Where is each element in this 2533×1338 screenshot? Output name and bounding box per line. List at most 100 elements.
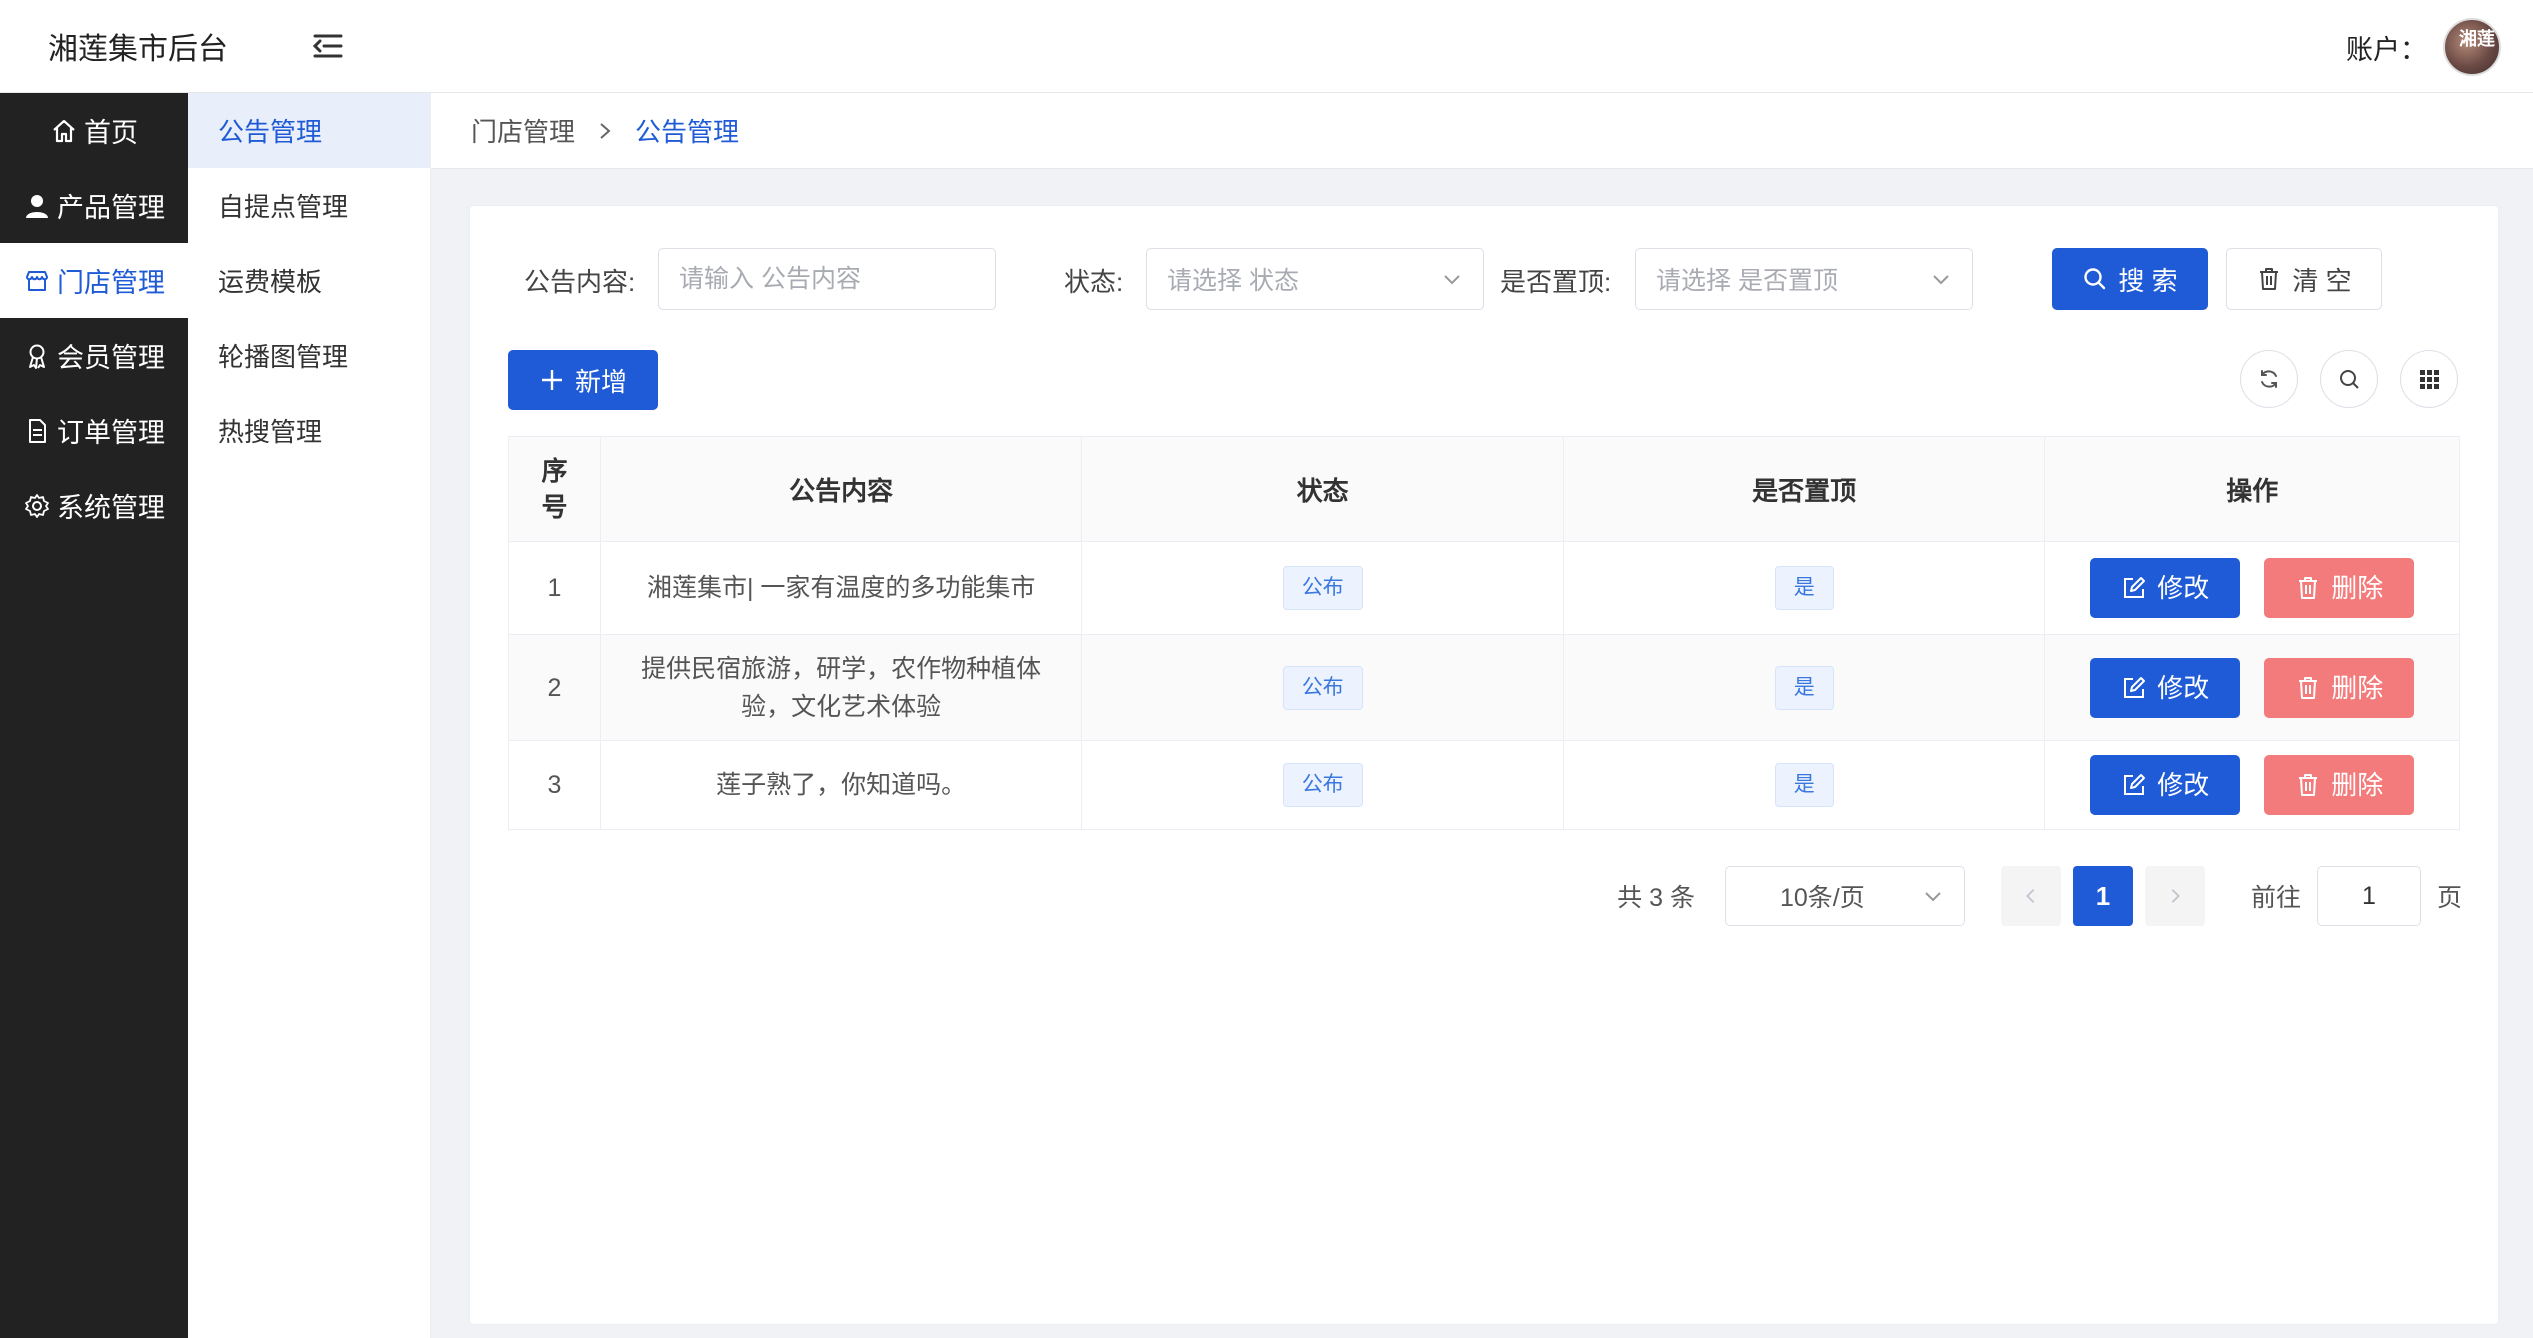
breadcrumb-parent[interactable]: 门店管理 [471,112,575,149]
status-badge: 公布 [1282,763,1363,807]
row-index: 1 [509,542,601,634]
edit-icon [2124,676,2146,698]
chevron-down-icon [1925,892,1941,902]
row-actions: 修改 删除 [2045,741,2459,829]
chevron-left-icon [2026,889,2035,903]
column-header-actions: 操作 [2226,475,2279,506]
breadcrumb-current: 公告管理 [635,117,740,147]
avatar-text: 湘莲 [2459,29,2495,49]
delete-button-label: 删除 [2331,672,2384,703]
gear-icon [25,493,49,518]
trash-icon [2260,268,2279,290]
chevron-down-icon [1933,275,1949,285]
edit-button[interactable]: 修改 [2090,657,2241,718]
menu-item-label: 会员管理 [57,343,165,373]
column-header-index: 序号 [509,437,601,541]
search-form: 公告内容: 状态: 请选择 状态 是否置顶: 请选择 是否置顶 搜 索 清 空 [470,248,2498,310]
page-size-value: 10条/页 [1779,884,1865,912]
edit-icon [2124,577,2146,598]
search-icon [2084,268,2106,290]
delete-button-label: 删除 [2331,770,2384,800]
table-header: 序号 公告内容 状态 是否置顶 操作 [509,437,2459,542]
submenu-item-shipping[interactable]: 运费模板 [188,243,430,318]
menu-item-system[interactable]: 系统管理 [0,468,188,543]
row-top-cell: 是 [1564,542,2046,634]
top-badge: 是 [1774,763,1834,807]
submenu-item-pickup[interactable]: 自提点管理 [188,168,430,243]
delete-button[interactable]: 删除 [2264,755,2415,815]
search-icon [2340,370,2359,389]
breadcrumb: 门店管理 公告管理 [431,93,2533,169]
top-badge: 是 [1774,566,1834,610]
delete-button[interactable]: 删除 [2264,558,2415,618]
submenu-item-notice[interactable]: 公告管理 [188,93,430,168]
content-card: 公告内容: 状态: 请选择 状态 是否置顶: 请选择 是否置顶 搜 索 清 空 … [469,205,2499,1325]
submenu-item-hot-search[interactable]: 热搜管理 [188,393,430,468]
status-select[interactable]: 请选择 状态 [1146,248,1484,310]
chevron-right-icon [595,121,615,141]
edit-button[interactable]: 修改 [2090,755,2241,815]
page-number-button[interactable]: 1 [2072,866,2133,926]
store-icon [26,270,48,291]
submenu-item-carousel[interactable]: 轮播图管理 [188,318,430,393]
page-suffix: 页 [2436,884,2462,912]
menu-item-products[interactable]: 产品管理 [0,168,188,243]
page-size-select[interactable]: 10条/页 [1724,866,1965,926]
table-row: 1 湘莲集市| 一家有温度的多功能集市 公布 是 修改 删除 [509,542,2459,635]
edit-button[interactable]: 修改 [2090,558,2241,618]
chevron-down-icon [1444,275,1460,285]
menu-item-label: 首页 [84,118,138,148]
toggle-search-button[interactable] [2320,350,2378,408]
edit-button-label: 修改 [2157,573,2210,603]
delete-button[interactable]: 删除 [2264,657,2415,718]
main-menu: 首页 产品管理 门店管理 会员管理 订单管理 系统管理 [0,93,188,1338]
row-actions: 修改 删除 [2045,542,2459,634]
search-button[interactable]: 搜 索 [2052,248,2208,310]
edit-button-label: 修改 [2157,770,2210,800]
menu-item-label: 产品管理 [57,193,165,223]
clear-button[interactable]: 清 空 [2226,248,2382,310]
account-label: 账户： [2346,34,2427,65]
column-header-top: 是否置顶 [1564,437,2046,541]
top-select[interactable]: 请选择 是否置顶 [1635,248,1973,310]
content-input[interactable] [679,264,975,294]
app-title: 湘莲集市后台 [48,33,228,66]
status-label: 状态: [1064,267,1124,297]
menu-item-label: 订单管理 [57,418,165,448]
refresh-icon [2261,370,2277,388]
menu-item-stores[interactable]: 门店管理 [0,243,188,318]
account-area[interactable]: 账户： 湘莲 [2346,18,2501,76]
goto-page-input[interactable]: 1 [2316,866,2421,926]
top-badge: 是 [1774,665,1834,710]
goto-label: 前往 [2250,884,2301,912]
add-button[interactable]: 新增 [508,350,658,410]
next-page-button[interactable] [2144,866,2205,926]
content-input-wrapper[interactable] [658,248,996,310]
status-badge: 公布 [1282,566,1363,610]
sub-menu: 公告管理 自提点管理 运费模板 轮播图管理 热搜管理 [188,93,431,1338]
row-index: 2 [509,635,601,740]
refresh-button[interactable] [2240,350,2298,408]
menu-item-orders[interactable]: 订单管理 [0,393,188,468]
menu-item-label: 系统管理 [57,493,165,523]
menu-item-members[interactable]: 会员管理 [0,318,188,393]
menu-item-home[interactable]: 首页 [0,93,188,168]
search-button-label: 搜 索 [2118,265,2178,296]
delete-button-label: 删除 [2331,573,2384,603]
row-status-cell: 公布 [1082,635,1564,740]
column-header-content: 公告内容 [601,437,1083,541]
home-icon [53,119,75,142]
plus-icon [541,370,562,390]
top-placeholder: 请选择 是否置顶 [1656,267,1838,295]
top-header: 湘莲集市后台 账户： 湘莲 [0,0,2533,93]
clear-button-label: 清 空 [2292,265,2352,296]
row-content: 莲子熟了，你知道吗。 [601,741,1083,829]
status-placeholder: 请选择 状态 [1167,267,1299,295]
columns-button[interactable] [2400,350,2458,408]
table-row: 2 提供民宿旅游，研学，农作物种植体验，文化艺术体验 公布 是 修改 删除 [509,635,2459,741]
table-row: 3 莲子熟了，你知道吗。 公布 是 修改 删除 [509,741,2459,829]
prev-page-button[interactable] [2000,866,2061,926]
avatar[interactable]: 湘莲 [2443,18,2501,76]
row-index: 3 [509,741,601,829]
menu-collapse-icon[interactable] [310,28,346,64]
